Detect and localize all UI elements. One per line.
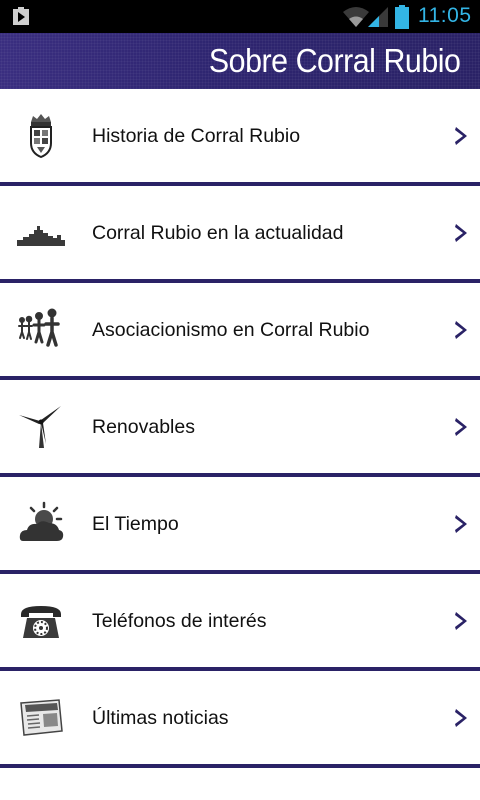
chevron-right-icon[interactable] — [454, 417, 468, 437]
battery-icon — [395, 5, 409, 29]
wifi-icon — [343, 7, 369, 27]
wind-turbine-icon — [19, 406, 61, 448]
page-title: Sobre Corral Rubio — [208, 42, 460, 79]
town-skyline-icon — [17, 226, 65, 246]
chevron-right-icon[interactable] — [454, 126, 468, 146]
menu-item-label: El Tiempo — [92, 513, 179, 535]
menu-item-el-tiempo[interactable]: El Tiempo — [0, 477, 480, 574]
menu-item-telefonos[interactable]: Teléfonos de interés — [0, 574, 480, 671]
menu-item-historia[interactable]: Historia de Corral Rubio — [0, 89, 480, 186]
chevron-right-icon[interactable] — [454, 611, 468, 631]
chevron-right-icon[interactable] — [454, 320, 468, 340]
menu-list: Historia de Corral Rubio Corral Rubio en… — [0, 89, 480, 768]
coat-of-arms-icon — [30, 114, 52, 159]
menu-item-renovables[interactable]: Renovables — [0, 380, 480, 477]
telephone-icon — [21, 606, 61, 638]
status-bar: 11:05 — [0, 0, 480, 33]
chevron-right-icon[interactable] — [454, 708, 468, 728]
play-store-icon — [13, 7, 29, 25]
menu-item-ultimas-noticias[interactable]: Últimas noticias — [0, 671, 480, 768]
menu-item-label: Corral Rubio en la actualidad — [92, 222, 344, 244]
menu-item-asociacionismo[interactable]: Asociacionismo en Corral Rubio — [0, 283, 480, 380]
people-icon — [18, 308, 60, 347]
chevron-right-icon[interactable] — [454, 223, 468, 243]
weather-icon — [19, 501, 64, 541]
app-screen: 11:05 Sobre Corral Rubio Historia de Cor… — [0, 0, 480, 800]
menu-item-label: Historia de Corral Rubio — [92, 125, 301, 147]
newspaper-icon — [20, 699, 63, 736]
signal-icon — [368, 7, 388, 27]
app-header: Sobre Corral Rubio — [0, 33, 480, 89]
menu-item-label: Últimas noticias — [92, 707, 229, 729]
chevron-right-icon[interactable] — [454, 514, 468, 534]
menu-item-actualidad[interactable]: Corral Rubio en la actualidad — [0, 186, 480, 283]
menu-item-label: Asociacionismo en Corral Rubio — [92, 319, 370, 341]
status-clock: 11:05 — [418, 4, 472, 27]
menu-item-label: Renovables — [92, 416, 195, 438]
menu-item-label: Teléfonos de interés — [92, 610, 267, 632]
